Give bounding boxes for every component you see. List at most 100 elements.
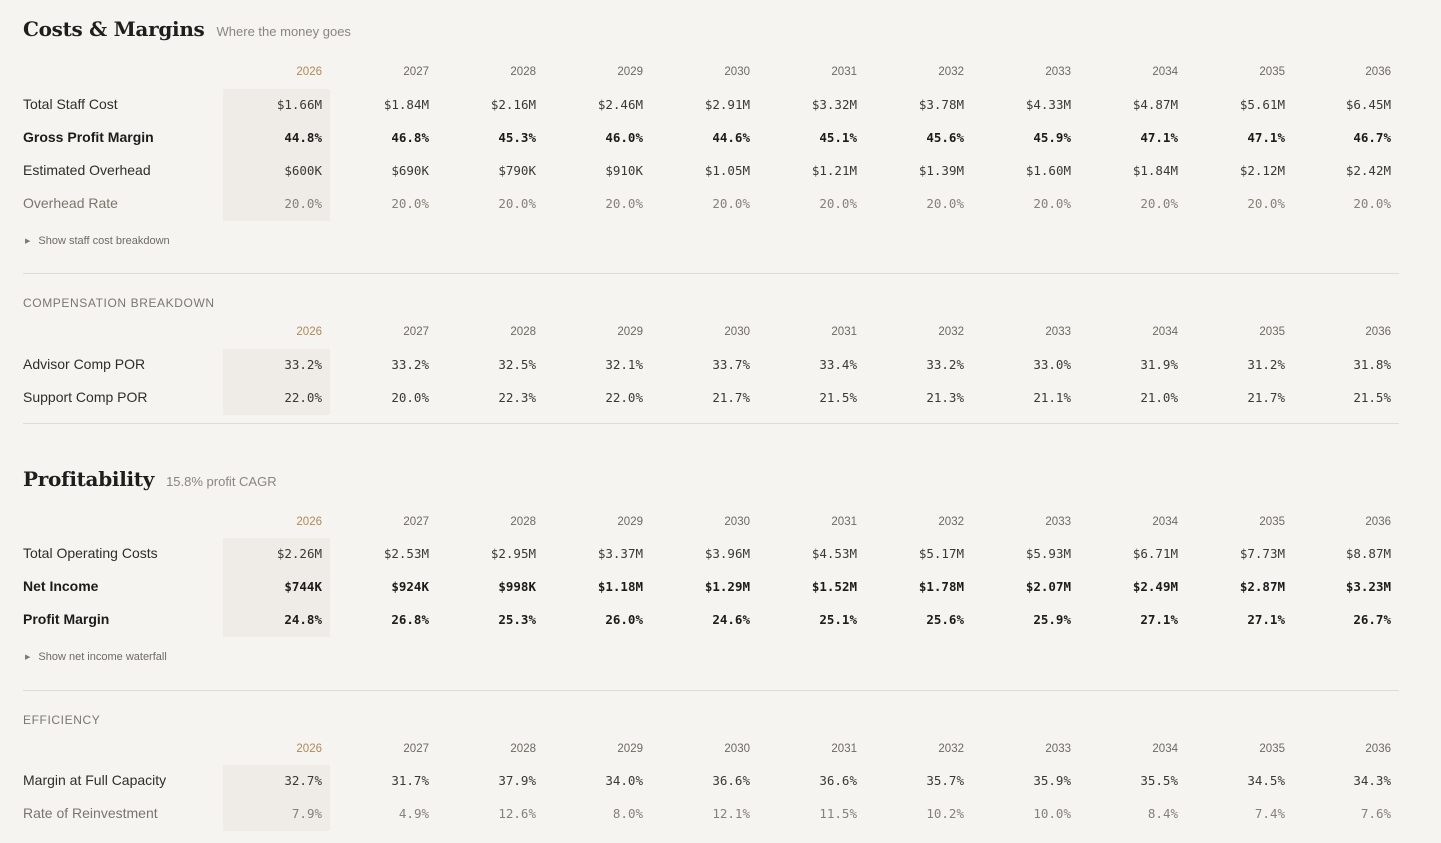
table-row: Gross Profit Margin 44.8% 46.8% 45.3% 46.0% 4… <box>0 121 1441 154</box>
table-cell: $1.18M <box>597 579 643 594</box>
table-row: Net Income $744K $924K $998K $1.18M $1.29M $1.… <box>0 570 1441 603</box>
table-cell: $2.95M <box>490 546 536 561</box>
table-cell: $998K <box>498 579 536 594</box>
table-cell: 31.2% <box>1247 357 1285 372</box>
table-cell: 33.0% <box>1033 357 1071 372</box>
table-cell: 46.0% <box>605 130 643 145</box>
table-cell: 33.2% <box>284 357 322 372</box>
year-column-header: 2033 <box>1045 516 1071 528</box>
year-column-header: 2028 <box>510 326 536 338</box>
table-cell: $3.37M <box>597 546 643 561</box>
table-cell: 20.0% <box>605 196 643 211</box>
table-cell: 32.5% <box>498 357 536 372</box>
table-cell: $924K <box>391 579 429 594</box>
table-cell: 10.0% <box>1033 806 1071 821</box>
table-cell: $2.07M <box>1025 579 1071 594</box>
staff-cost-breakdown-toggle[interactable]: ▶ Show staff cost breakdown <box>25 235 170 247</box>
table-cell: 20.0% <box>926 196 964 211</box>
year-column-header: 2026 <box>296 516 322 528</box>
table-cell: 36.6% <box>819 773 857 788</box>
row-label: Profit Margin <box>23 611 110 627</box>
table-row: Total Staff Cost $1.66M $1.84M $2.16M $2.46M… <box>0 88 1441 121</box>
table-cell: 10.2% <box>926 806 964 821</box>
table-cell: $1.05M <box>704 163 750 178</box>
table-cell: 24.8% <box>284 612 322 627</box>
table-cell: $3.96M <box>704 546 750 561</box>
table-cell: 25.3% <box>498 612 536 627</box>
table-cell: 22.0% <box>284 390 322 405</box>
table-cell: $1.66M <box>276 97 322 112</box>
table-cell: 20.0% <box>1247 196 1285 211</box>
row-label: Advisor Comp POR <box>23 356 146 372</box>
row-label: Net Income <box>23 578 99 594</box>
row-label: Margin at Full Capacity <box>23 772 167 788</box>
table-cell: 32.1% <box>605 357 643 372</box>
table-cell: 31.7% <box>391 773 429 788</box>
year-column-header: 2035 <box>1259 743 1285 755</box>
table-cell: 35.5% <box>1140 773 1178 788</box>
year-column-header: 2027 <box>403 66 429 78</box>
table-cell: $744K <box>284 579 322 594</box>
year-column-header: 2034 <box>1152 743 1178 755</box>
table-cell: 20.0% <box>284 196 322 211</box>
staff-cost-breakdown-toggle-label: Show staff cost breakdown <box>38 235 170 247</box>
table-cell: 27.1% <box>1247 612 1285 627</box>
table-cell: 34.3% <box>1353 773 1391 788</box>
section-divider <box>23 273 1399 274</box>
year-column-header: 2035 <box>1259 516 1285 528</box>
table-cell: 21.1% <box>1033 390 1071 405</box>
table-row: Profit Margin 24.8% 26.8% 25.3% 26.0% 24.6% 25… <box>0 603 1441 636</box>
net-income-waterfall-toggle-label: Show net income waterfall <box>38 651 167 663</box>
table-cell: 21.0% <box>1140 390 1178 405</box>
year-column-header: 2026 <box>296 743 322 755</box>
table-cell: 25.6% <box>926 612 964 627</box>
table-cell: 20.0% <box>391 196 429 211</box>
table-cell: $1.84M <box>383 97 429 112</box>
table-cell: 26.0% <box>605 612 643 627</box>
table-cell: 7.9% <box>291 806 322 821</box>
table-cell: 25.9% <box>1033 612 1071 627</box>
table-cell: 46.8% <box>391 130 429 145</box>
table-cell: 21.7% <box>1247 390 1285 405</box>
table-cell: 24.6% <box>712 612 750 627</box>
table-cell: $1.84M <box>1132 163 1178 178</box>
table-cell: 34.5% <box>1247 773 1285 788</box>
disclosure-triangle-icon: ▶ <box>25 654 31 661</box>
table-cell: 20.0% <box>1140 196 1178 211</box>
table-cell: $2.49M <box>1132 579 1178 594</box>
table-cell: 20.0% <box>1033 196 1071 211</box>
table-cell: $2.87M <box>1239 579 1285 594</box>
year-column-header: 2028 <box>510 66 536 78</box>
year-column-header: 2030 <box>724 66 750 78</box>
table-cell: 22.0% <box>605 390 643 405</box>
table-cell: 20.0% <box>391 390 429 405</box>
year-column-header: 2031 <box>831 326 857 338</box>
year-column-header: 2035 <box>1259 66 1285 78</box>
year-column-header: 2032 <box>938 516 964 528</box>
table-cell: $2.91M <box>704 97 750 112</box>
table-cell: $1.52M <box>811 579 857 594</box>
table-cell: 45.3% <box>498 130 536 145</box>
table-row: Margin at Full Capacity 32.7% 31.7% 37.9% 34… <box>0 764 1441 797</box>
table-cell: $910K <box>605 163 643 178</box>
year-column-header: 2026 <box>296 66 322 78</box>
table-row: Total Operating Costs $2.26M $2.53M $2.95M $… <box>0 537 1441 570</box>
table-cell: 35.9% <box>1033 773 1071 788</box>
table-cell: $1.60M <box>1025 163 1071 178</box>
table-cell: 7.4% <box>1254 806 1285 821</box>
table-cell: 44.8% <box>284 130 322 145</box>
table-cell: 36.6% <box>712 773 750 788</box>
table-cell: $600K <box>284 163 322 178</box>
costs-section-title: Costs & Margins <box>23 17 205 41</box>
year-column-header: 2033 <box>1045 66 1071 78</box>
net-income-waterfall-toggle[interactable]: ▶ Show net income waterfall <box>25 651 167 663</box>
table-cell: 21.3% <box>926 390 964 405</box>
table-cell: $2.26M <box>276 546 322 561</box>
year-column-header: 2035 <box>1259 326 1285 338</box>
table-cell: 35.7% <box>926 773 964 788</box>
table-cell: 45.6% <box>926 130 964 145</box>
table-cell: 27.1% <box>1140 612 1178 627</box>
disclosure-triangle-icon: ▶ <box>25 238 31 245</box>
year-column-header: 2033 <box>1045 326 1071 338</box>
table-cell: 11.5% <box>819 806 857 821</box>
